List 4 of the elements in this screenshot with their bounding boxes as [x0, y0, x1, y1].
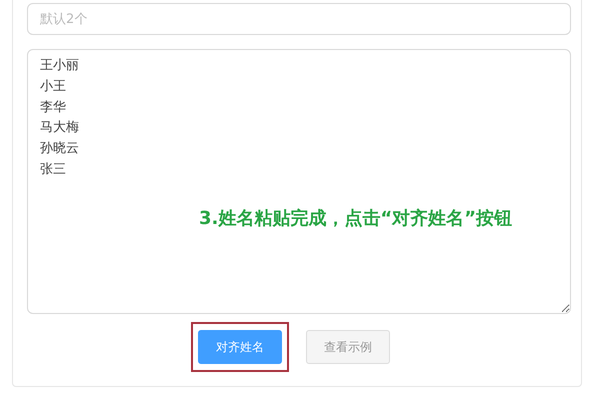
- annotation-text: 3.姓名粘贴完成，点击“对齐姓名”按钮: [199, 207, 512, 231]
- example-button[interactable]: 查看示例: [306, 330, 390, 364]
- count-field[interactable]: 默认2个: [27, 3, 571, 35]
- align-names-button[interactable]: 对齐姓名: [198, 330, 282, 364]
